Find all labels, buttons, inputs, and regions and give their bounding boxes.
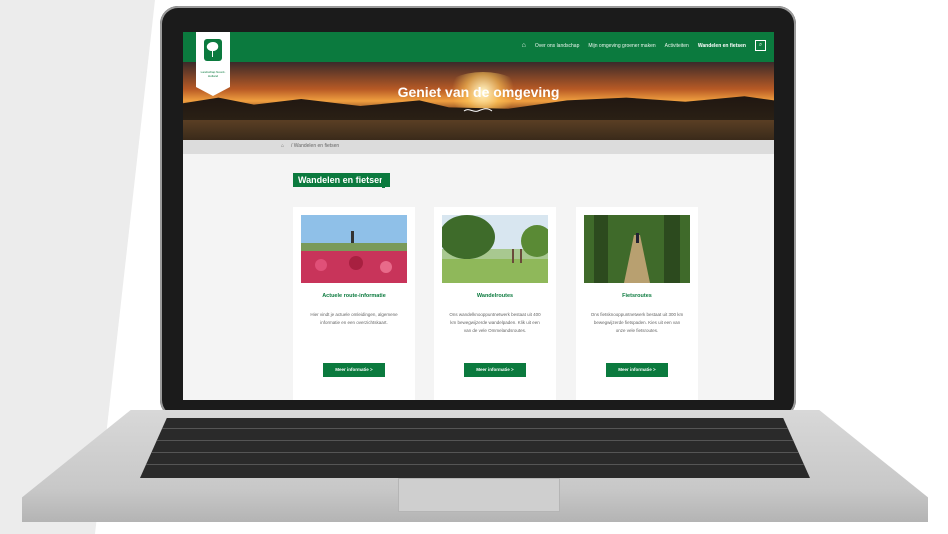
home-icon[interactable]: ⌂ [522,42,526,49]
card-text: Ons wandelknooppuntnetwerk bestaat uit 4… [449,312,541,333]
nav-menu: ⌂ Over ons landschap Mijn omgeving groen… [522,40,766,51]
hero-banner [183,62,774,140]
keyboard-row [140,464,810,465]
card-photo-roses [301,215,407,283]
laptop-trackpad [398,478,560,512]
breadcrumb-text[interactable]: / Wandelen en fietsen [291,143,339,149]
nav-item-wandelen-en-fietsen[interactable]: Wandelen en fietsen [698,43,746,49]
card-wandelroutes: Wandelroutes Ons wandelknooppuntnetwerk … [434,207,556,400]
breadcrumb-home-icon[interactable]: ⌂ [281,143,284,149]
card-text: Hier vindt je actuele omleidingen, algem… [310,312,398,325]
site-logo[interactable]: Landschap Noord-Holland [196,32,230,96]
top-navigation: ⌂ Over ons landschap Mijn omgeving groen… [183,32,774,62]
nav-item-over-ons-landschap[interactable]: Over ons landschap [535,43,579,49]
card-title: Actuele route-informatie [322,293,386,299]
card-text: Ons fietsknooppuntnetwerk bestaat uit 30… [590,312,684,333]
more-info-button[interactable]: Meer informatie > [323,363,385,377]
hero-wave-icon [463,108,493,112]
logo-text: Landschap Noord-Holland [200,70,226,78]
card-title: Fietsroutes [622,293,652,299]
breadcrumb: ⌂ / Wandelen en fietsen [183,140,774,154]
keyboard-row [140,452,810,453]
keyboard-row [140,440,810,441]
card-route-info: Actuele route-informatie Hier vindt je a… [293,207,415,400]
hero-title: Geniet van de omgeving [397,84,560,100]
card-photo-forest-path [584,215,690,283]
keyboard-row [140,428,810,429]
nav-item-activiteiten[interactable]: Activiteiten [665,43,689,49]
more-info-button[interactable]: Meer informatie > [606,363,668,377]
section-title-accent [382,173,385,188]
laptop-screen: ⌂ Over ons landschap Mijn omgeving groen… [183,32,774,400]
search-icon[interactable]: ⌕ [755,40,766,51]
tree-logo-icon [204,39,222,61]
more-info-button[interactable]: Meer informatie > [464,363,526,377]
card-fietsroutes: Fietsroutes Ons fietsknooppuntnetwerk be… [576,207,698,400]
card-title: Wandelroutes [476,293,514,299]
card-photo-walkers [442,215,548,283]
hero-field [183,120,774,140]
section-title: Wandelen en fietsen [293,173,390,187]
laptop-keyboard [140,418,810,478]
nav-item-mijn-omgeving[interactable]: Mijn omgeving groener maken [588,43,655,49]
